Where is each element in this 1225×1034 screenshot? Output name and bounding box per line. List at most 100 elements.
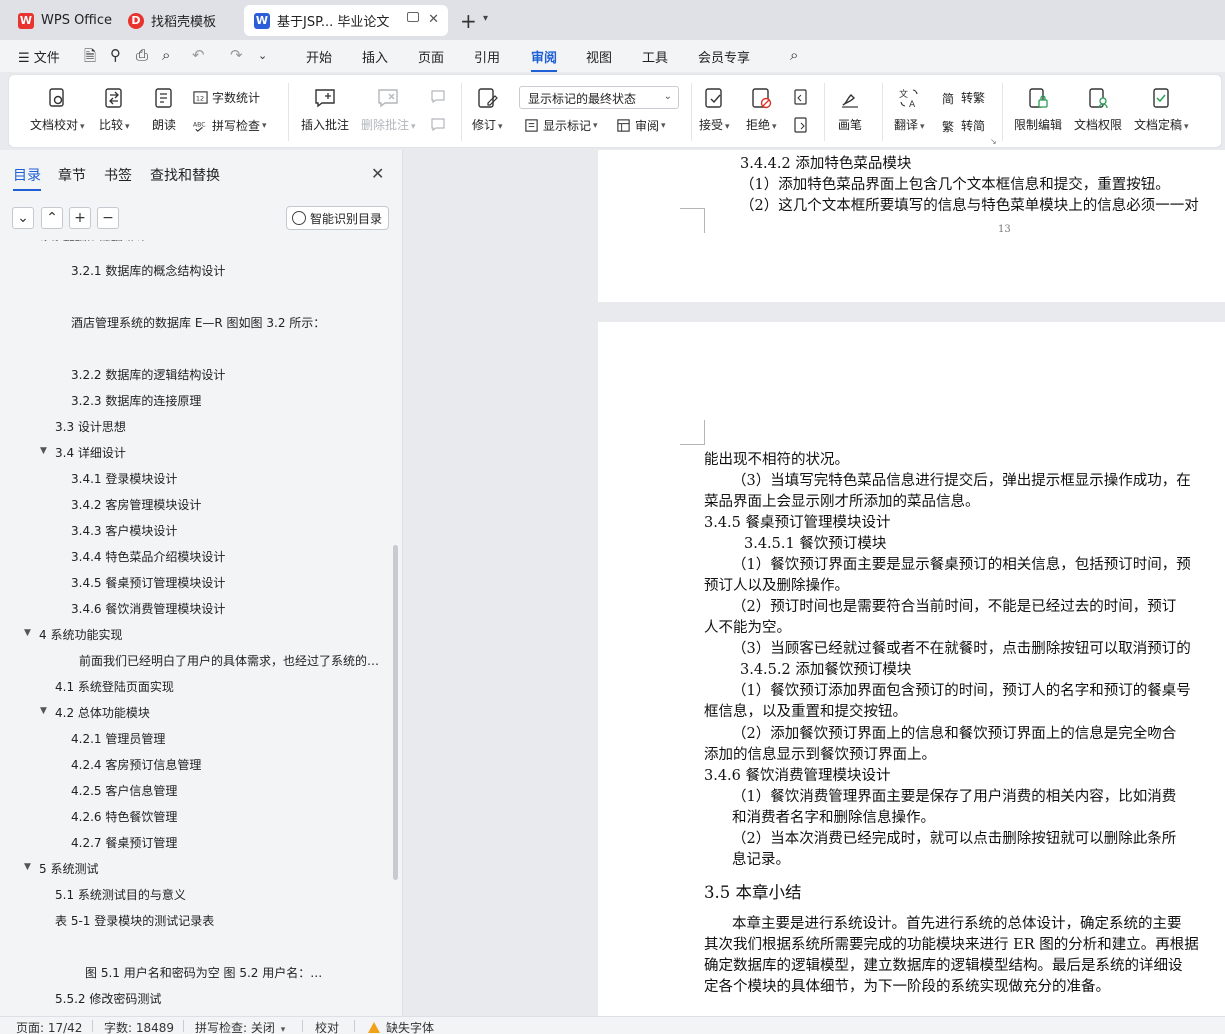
menu-tools[interactable]: 工具: [642, 47, 668, 66]
share-icon[interactable]: ⚲: [110, 46, 121, 64]
remove-heading-button[interactable]: −: [97, 207, 119, 229]
toc-item[interactable]: 表 5-1 登录模块的测试记录表: [55, 912, 214, 929]
toc-item[interactable]: 4.2.6 特色餐饮管理: [71, 808, 177, 825]
toc-item[interactable]: 酒店管理系统的数据库 E—R 图如图 3.2 所示：: [71, 314, 325, 331]
doc-proofread-button[interactable]: 文档校对 ▾: [30, 86, 85, 133]
quick-access-dropdown-icon[interactable]: ⌄: [258, 49, 267, 62]
search-icon[interactable]: ⌕: [790, 46, 798, 64]
doc-permission-button[interactable]: 文档权限: [1074, 86, 1122, 133]
markup-state-select[interactable]: 显示标记的最终状态 ⌄: [519, 86, 679, 109]
print-icon[interactable]: ⎙: [136, 46, 148, 64]
insert-comment-button[interactable]: 插入批注: [301, 86, 349, 133]
expand-arrow-icon[interactable]: ▼: [24, 628, 31, 638]
expand-arrow-icon[interactable]: ▼: [40, 446, 47, 456]
next-change-icon[interactable]: [792, 116, 810, 134]
menu-reference[interactable]: 引用: [474, 47, 500, 66]
close-tab-icon[interactable]: ✕: [428, 12, 439, 27]
track-changes-button[interactable]: 修订 ▾: [472, 86, 503, 133]
document-page[interactable]: 3.4.4.2 添加特色菜品模块 （1）添加特色菜品界面上包含几个文本框信息和提…: [598, 150, 1225, 302]
toc-item[interactable]: 5.1 系统测试目的与意义: [55, 886, 186, 903]
collapse-toc-button[interactable]: ⌄: [12, 207, 34, 229]
next-comment-icon[interactable]: [429, 116, 447, 134]
missing-font-status[interactable]: 缺失字体: [368, 1019, 434, 1034]
menu-insert[interactable]: 插入: [362, 47, 388, 66]
redo-icon[interactable]: ↷: [230, 46, 243, 64]
menu-view[interactable]: 视图: [586, 47, 612, 66]
review-pane-button[interactable]: 审阅 ▾: [616, 117, 666, 134]
label: 文档定稿: [1134, 118, 1183, 132]
add-heading-button[interactable]: +: [69, 207, 91, 229]
print-preview-icon[interactable]: ⌕: [162, 46, 170, 64]
doc-finalize-button[interactable]: 文档定稿 ▾: [1134, 86, 1189, 133]
menu-review[interactable]: 审阅: [531, 47, 558, 72]
expand-toc-button[interactable]: ⌃: [41, 207, 63, 229]
previous-comment-icon[interactable]: [429, 88, 447, 106]
toc-scrollbar[interactable]: [393, 545, 398, 880]
toc-item[interactable]: 4.2.5 客户信息管理: [71, 782, 177, 799]
to-simplified-button[interactable]: 繁 转简: [942, 117, 985, 134]
toc-item[interactable]: 4.2.4 客房预订信息管理: [71, 756, 201, 773]
toc-item[interactable]: 3.2.3 数据库的连接原理: [71, 392, 201, 409]
read-aloud-button[interactable]: 朗读: [152, 86, 176, 133]
file-menu[interactable]: ☰ 文件: [18, 47, 60, 66]
document-canvas[interactable]: 3.4.4.2 添加特色菜品模块 （1）添加特色菜品界面上包含几个文本框信息和提…: [404, 150, 1225, 1016]
close-panel-icon[interactable]: ✕: [371, 164, 384, 183]
to-traditional-button[interactable]: 简 转繁: [942, 89, 985, 106]
menu-start[interactable]: 开始: [306, 47, 332, 66]
page-indicator[interactable]: 页面: 17/42: [16, 1019, 82, 1034]
nav-tab-bookmarks[interactable]: 书签: [104, 165, 132, 185]
restrict-edit-button[interactable]: 限制编辑: [1014, 86, 1062, 133]
toc-item[interactable]: 4.2.1 管理员管理: [71, 730, 165, 747]
dialog-launcher-icon[interactable]: ↘: [990, 137, 997, 146]
toc-item[interactable]: 3.4.1 登录模块设计: [71, 470, 177, 487]
pen-button[interactable]: 画笔: [838, 86, 862, 133]
expand-arrow-icon[interactable]: ▼: [24, 862, 31, 872]
new-tab-plus-icon[interactable]: +: [460, 9, 477, 33]
undo-icon[interactable]: ↶: [192, 46, 205, 64]
word-count-button[interactable]: 12 字数统计: [193, 89, 260, 106]
document-page[interactable]: 能出现不相符的状况。 （3）当填写完特色菜品信息进行提交后，弹出提示框显示操作成…: [598, 322, 1225, 1016]
toc-item[interactable]: 5.5.2 修改密码测试: [55, 990, 161, 1007]
menu-member[interactable]: 会员专享: [698, 47, 750, 66]
tab-docer-templates[interactable]: D 找稻壳模板: [118, 5, 238, 36]
toc-item[interactable]: 4.1 系统登陆页面实现: [55, 678, 174, 695]
compare-button[interactable]: 比较 ▾: [99, 86, 130, 133]
expand-arrow-icon[interactable]: ▼: [40, 706, 47, 716]
toc-item[interactable]: 图 5.1 用户名和密码为空 图 5.2 用户名：…: [85, 964, 322, 981]
toc-item[interactable]: 3.2.2 数据库的逻辑结构设计: [71, 366, 225, 383]
nav-tab-chapters[interactable]: 章节: [58, 165, 86, 185]
delete-comment-button[interactable]: 删除批注 ▾: [361, 86, 416, 133]
toc-item[interactable]: ▼ 4.2 总体功能模块: [40, 704, 150, 721]
reject-button[interactable]: 拒绝 ▾: [746, 86, 777, 133]
toc-item[interactable]: 3.4.3 客户模块设计: [71, 522, 177, 539]
toc-item[interactable]: 前面我们已经明白了用户的具体需求，也经过了系统的…: [79, 652, 379, 669]
accept-button[interactable]: 接受 ▾: [699, 86, 730, 133]
window-restore-icon[interactable]: [407, 12, 419, 22]
save-icon[interactable]: 🗎: [84, 46, 96, 71]
previous-change-icon[interactable]: [792, 88, 810, 106]
toc-item[interactable]: 3.4.6 餐饮消费管理模块设计: [71, 600, 225, 617]
toc-item[interactable]: ▼ 4 系统功能实现: [24, 626, 122, 643]
toc-item[interactable]: 3.2.1 数据库的概念结构设计: [71, 262, 225, 279]
toc-item[interactable]: 3.4.2 客房管理模块设计: [71, 496, 201, 513]
toc-item[interactable]: 4.2.7 餐桌预订管理: [71, 834, 177, 851]
toc-item[interactable]: 3.4.4 特色菜品介绍模块设计: [71, 548, 225, 565]
toc-item[interactable]: 3.4.5 餐桌预订管理模块设计: [71, 574, 225, 591]
tab-wps-office[interactable]: W WPS Office: [8, 5, 114, 36]
nav-tab-find-replace[interactable]: 查找和替换: [150, 165, 220, 185]
toc-item[interactable]: ▼ 3.4 详细设计: [40, 444, 126, 461]
menu-page[interactable]: 页面: [418, 47, 444, 66]
translate-button[interactable]: 文A 翻译 ▾: [894, 86, 925, 133]
nav-tab-toc[interactable]: 目录: [13, 165, 41, 191]
proofread-status[interactable]: 校对: [315, 1019, 339, 1034]
spell-check-status[interactable]: 拼写检查: 关闭 ▾: [195, 1019, 285, 1034]
smart-toc-button[interactable]: 智能识别目录: [286, 206, 389, 230]
toc-item[interactable]: 3.3 设计思想: [55, 418, 126, 435]
new-tab-dropdown-icon[interactable]: ▾: [483, 13, 488, 24]
word-count-indicator[interactable]: 字数: 18489: [104, 1019, 174, 1034]
finalize-icon: [1153, 88, 1169, 108]
spell-check-button[interactable]: ABC 拼写检查 ▾: [193, 117, 267, 134]
toc-item[interactable]: ▼ 5 系统测试: [24, 860, 98, 877]
show-markup-button[interactable]: 显示标记 ▾: [524, 117, 598, 134]
tab-current-document[interactable]: W 基于JSP... 毕业论文 ✕: [244, 5, 448, 36]
